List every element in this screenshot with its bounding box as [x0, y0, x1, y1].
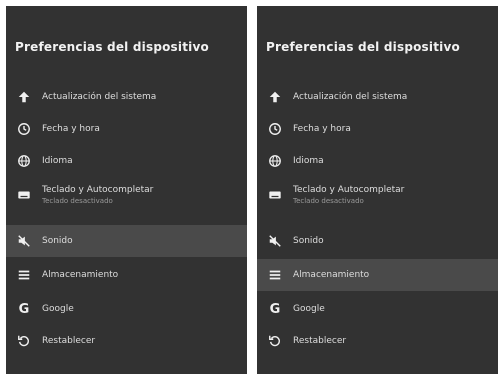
menu-item-storage[interactable]: Almacenamiento — [257, 259, 498, 291]
storage-list-icon — [16, 267, 32, 283]
google-icon: G — [269, 301, 281, 317]
menu-item-keyboard[interactable]: Teclado y Autocompletar Teclado desactiv… — [6, 177, 247, 213]
menu-item-label: Google — [42, 304, 74, 314]
keyboard-icon — [16, 187, 32, 203]
clock-icon — [267, 121, 283, 137]
panel-title: Preferencias del dispositivo — [15, 40, 209, 54]
menu-item-sublabel: Teclado desactivado — [293, 197, 364, 205]
menu-item-language[interactable]: Idioma — [6, 145, 247, 177]
menu-item-label: Actualización del sistema — [42, 92, 157, 102]
google-icon: G — [18, 301, 30, 317]
arrow-up-icon — [267, 89, 283, 105]
menu-item-language[interactable]: Idioma — [257, 145, 498, 177]
menu-item-date-time[interactable]: Fecha y hora — [6, 113, 247, 145]
menu-item-label: Almacenamiento — [42, 270, 119, 280]
menu-item-system-update[interactable]: Actualización del sistema — [6, 81, 247, 113]
speaker-mute-icon — [16, 233, 32, 249]
globe-icon — [16, 153, 32, 169]
menu-item-label: Almacenamiento — [293, 270, 370, 280]
device-preferences-panel-right: Preferencias del dispositivo Actualizaci… — [257, 6, 498, 374]
menu-item-label: Idioma — [42, 156, 73, 166]
menu-item-label: Teclado y Autocompletar — [42, 185, 154, 195]
menu-item-label: Idioma — [293, 156, 324, 166]
menu-item-sublabel: Teclado desactivado — [42, 197, 113, 205]
menu-item-label: Actualización del sistema — [293, 92, 408, 102]
menu-item-sound[interactable]: Sonido — [6, 225, 247, 257]
menu-item-label: Restablecer — [42, 336, 96, 346]
menu-item-google[interactable]: G Google — [6, 293, 247, 325]
menu-item-label: Sonido — [293, 236, 324, 246]
panel-title: Preferencias del dispositivo — [266, 40, 460, 54]
device-preferences-panel-left: Preferencias del dispositivo Actualizaci… — [6, 6, 247, 374]
arrow-up-icon — [16, 89, 32, 105]
menu-item-date-time[interactable]: Fecha y hora — [257, 113, 498, 145]
globe-icon — [267, 153, 283, 169]
menu-item-storage[interactable]: Almacenamiento — [6, 259, 247, 291]
speaker-mute-icon — [267, 233, 283, 249]
menu-item-keyboard[interactable]: Teclado y Autocompletar Teclado desactiv… — [257, 177, 498, 213]
storage-list-icon — [267, 267, 283, 283]
clock-icon — [16, 121, 32, 137]
keyboard-icon — [267, 187, 283, 203]
menu-item-reset[interactable]: Restablecer — [257, 325, 498, 357]
menu-item-label: Fecha y hora — [42, 124, 100, 134]
reset-icon — [267, 333, 283, 349]
menu-item-label: Teclado y Autocompletar — [293, 185, 405, 195]
menu-item-label: Fecha y hora — [293, 124, 351, 134]
menu-item-reset[interactable]: Restablecer — [6, 325, 247, 357]
menu-item-label: Google — [293, 304, 325, 314]
menu-item-sound[interactable]: Sonido — [257, 225, 498, 257]
reset-icon — [16, 333, 32, 349]
menu-item-google[interactable]: G Google — [257, 293, 498, 325]
menu-item-label: Sonido — [42, 236, 73, 246]
menu-item-system-update[interactable]: Actualización del sistema — [257, 81, 498, 113]
menu-item-label: Restablecer — [293, 336, 347, 346]
